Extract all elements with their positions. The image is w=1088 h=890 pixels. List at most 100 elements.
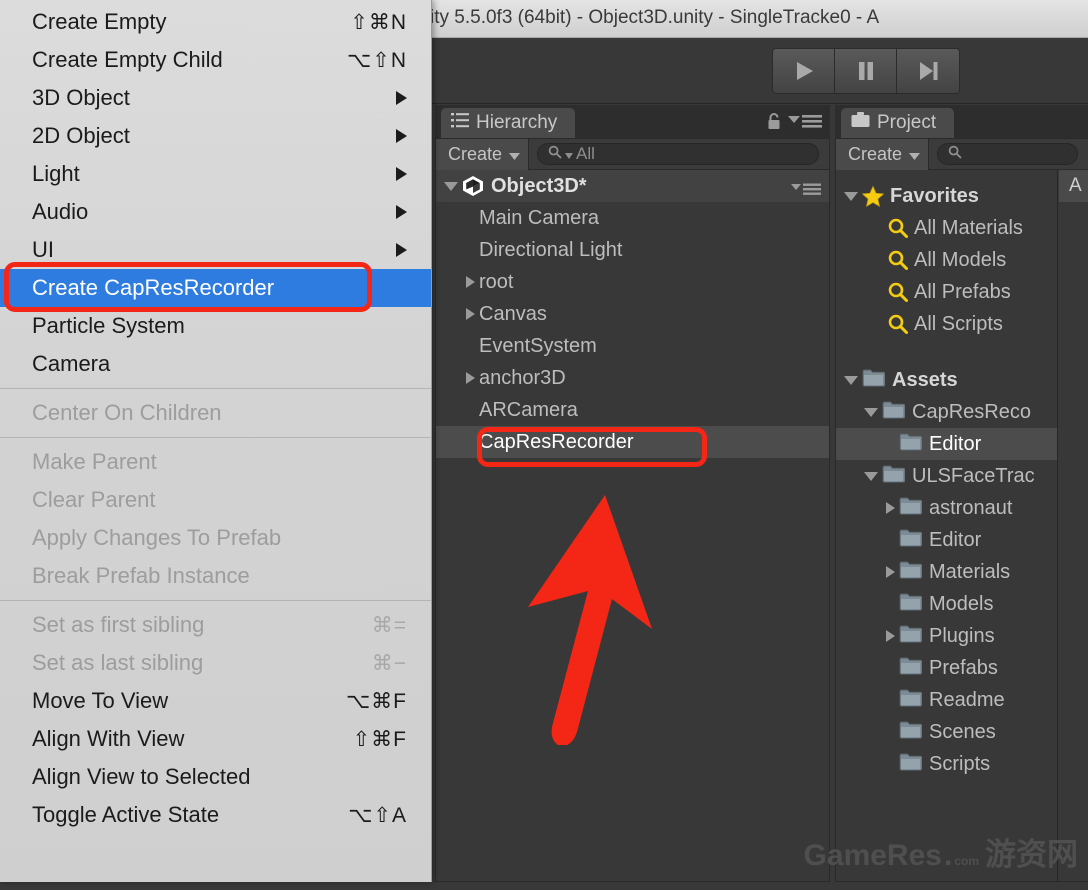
hierarchy-scene-row[interactable]: Object3D*	[436, 170, 829, 202]
expand-triangle[interactable]	[466, 308, 475, 320]
hierarchy-tree: Object3D* Main Camera Directional Light ro…	[436, 170, 829, 458]
folder-icon	[899, 496, 923, 521]
project-favorite-all-scripts[interactable]: All Scripts	[836, 308, 1057, 340]
menu-item-3d-object[interactable]: 3D Object	[0, 79, 431, 117]
folder-icon	[899, 592, 923, 617]
project-folder-materials[interactable]: Materials	[836, 556, 1057, 588]
menu-item-ui[interactable]: UI	[0, 231, 431, 269]
hierarchy-search-input[interactable]: All	[537, 143, 819, 165]
hierarchy-row-arcamera[interactable]: ARCamera	[436, 394, 829, 426]
folder-icon	[899, 624, 923, 649]
menu-item-align-with-view[interactable]: Align With View ⇧⌘F	[0, 720, 431, 758]
project-folder-ulsfacetrac[interactable]: ULSFaceTrac	[836, 460, 1057, 492]
menu-item-shortcut: ⇧⌘N	[350, 10, 407, 34]
hierarchy-create-button[interactable]: Create	[436, 138, 530, 170]
pause-button[interactable]	[835, 49, 897, 93]
project-tab-row: Project	[835, 105, 1088, 138]
project-create-button[interactable]: Create	[836, 138, 930, 170]
menu-item-2d-object[interactable]: 2D Object	[0, 117, 431, 155]
menu-item-camera[interactable]: Camera	[0, 345, 431, 383]
menu-item-label: 3D Object	[32, 85, 130, 110]
project-folder-plugins[interactable]: Plugins	[836, 620, 1057, 652]
menu-item-audio[interactable]: Audio	[0, 193, 431, 231]
project-folder-scripts[interactable]: Scripts	[836, 748, 1057, 780]
project-folder-prefabs[interactable]: Prefabs	[836, 652, 1057, 684]
menu-item-align-view-to-selected[interactable]: Align View to Selected	[0, 758, 431, 796]
project-folder-astronaut[interactable]: astronaut	[836, 492, 1057, 524]
menu-item-create-empty-child[interactable]: Create Empty Child ⌥⇧N	[0, 41, 431, 79]
search-icon	[948, 144, 962, 164]
submenu-arrow-icon	[396, 167, 407, 181]
project-detail-column: A	[1059, 170, 1088, 881]
project-folder-label: Editor	[929, 432, 982, 455]
scene-options-icon[interactable]	[791, 179, 821, 202]
hierarchy-options-icon[interactable]	[788, 114, 822, 133]
menu-item-create-empty[interactable]: Create Empty ⇧⌘N	[0, 3, 431, 41]
project-folder-label: ULSFaceTrac	[912, 464, 1035, 487]
project-tree-column: Favorites All Materials All Models All Pre…	[836, 170, 1058, 881]
project-favorites-row[interactable]: Favorites	[836, 180, 1057, 212]
menu-item-label: Move To View	[32, 688, 169, 713]
expand-triangle[interactable]	[886, 630, 895, 642]
project-folder-editor[interactable]: Editor	[836, 428, 1057, 460]
tab-project[interactable]: Project	[841, 108, 955, 138]
project-folder-models[interactable]: Models	[836, 588, 1057, 620]
collapse-triangle[interactable]	[864, 471, 878, 481]
menu-item-particle-system[interactable]: Particle System	[0, 307, 431, 345]
project-folder-editor[interactable]: Editor	[836, 524, 1057, 556]
submenu-arrow-icon	[396, 205, 407, 219]
lock-icon[interactable]	[767, 113, 782, 135]
menu-item-make-parent: Make Parent	[0, 443, 431, 481]
project-panel: Create Favorites All Materials All Model…	[835, 138, 1088, 882]
project-favorite-all-models[interactable]: All Models	[836, 244, 1057, 276]
submenu-arrow-icon	[396, 243, 407, 257]
menu-item-label: Create CapResRecorder	[32, 275, 275, 300]
menu-item-move-to-view[interactable]: Move To View ⌥⌘F	[0, 682, 431, 720]
watermark-dot: .	[943, 839, 953, 872]
screenshot-root: ity 5.5.0f3 (64bit) - Object3D.unity - S…	[0, 0, 1088, 890]
hierarchy-row-capresrecorder[interactable]: CapResRecorder	[436, 426, 829, 458]
project-favorite-all-prefabs[interactable]: All Prefabs	[836, 276, 1057, 308]
hierarchy-row-canvas[interactable]: Canvas	[436, 298, 829, 330]
expand-triangle[interactable]	[886, 566, 895, 578]
context-menu[interactable]: Create Empty ⇧⌘N Create Empty Child ⌥⇧N 3D O…	[0, 0, 432, 882]
hierarchy-row-eventsystem[interactable]: EventSystem	[436, 330, 829, 362]
project-create-label: Create	[848, 143, 903, 164]
unity-logo-icon	[462, 175, 484, 197]
menu-item-label: Apply Changes To Prefab	[32, 525, 282, 550]
menu-item-label: Create Empty Child	[32, 47, 223, 72]
expand-triangle[interactable]	[466, 372, 475, 384]
project-folder-scenes[interactable]: Scenes	[836, 716, 1057, 748]
step-button[interactable]	[897, 49, 959, 93]
project-assets-row[interactable]: Assets	[836, 364, 1057, 396]
project-search-input[interactable]	[937, 143, 1078, 165]
hierarchy-row-anchor3d[interactable]: anchor3D	[436, 362, 829, 394]
collapse-triangle[interactable]	[864, 407, 878, 417]
folder-icon	[899, 528, 923, 553]
hierarchy-row-main-camera[interactable]: Main Camera	[436, 202, 829, 234]
menu-item-label: 2D Object	[32, 123, 130, 148]
menu-item-create-capresrecorder[interactable]: Create CapResRecorder	[0, 269, 431, 307]
chevron-down-icon	[509, 144, 521, 165]
tab-hierarchy[interactable]: Hierarchy	[441, 108, 576, 138]
menu-item-label: Align With View	[32, 726, 185, 751]
menu-separator	[0, 437, 431, 438]
project-folder-capresreco[interactable]: CapResReco	[836, 396, 1057, 428]
project-folder-readme[interactable]: Readme	[836, 684, 1057, 716]
watermark: GameRes . com 游资网	[804, 829, 1078, 874]
scene-expand-triangle[interactable]	[444, 181, 458, 191]
expand-triangle[interactable]	[466, 276, 475, 288]
menu-item-light[interactable]: Light	[0, 155, 431, 193]
hierarchy-row-directional-light[interactable]: Directional Light	[436, 234, 829, 266]
expand-triangle[interactable]	[886, 502, 895, 514]
assets-expand-triangle[interactable]	[844, 375, 858, 385]
hierarchy-row-label: anchor3D	[479, 366, 566, 389]
project-favorite-all-materials[interactable]: All Materials	[836, 212, 1057, 244]
project-favorite-label: All Prefabs	[914, 280, 1011, 303]
menu-item-label: Clear Parent	[32, 487, 156, 512]
favorites-expand-triangle[interactable]	[844, 191, 858, 201]
menu-item-toggle-active-state[interactable]: Toggle Active State ⌥⇧A	[0, 796, 431, 834]
hierarchy-row-root[interactable]: root	[436, 266, 829, 298]
menu-item-label: Align View to Selected	[32, 764, 251, 789]
play-button[interactable]	[773, 49, 835, 93]
